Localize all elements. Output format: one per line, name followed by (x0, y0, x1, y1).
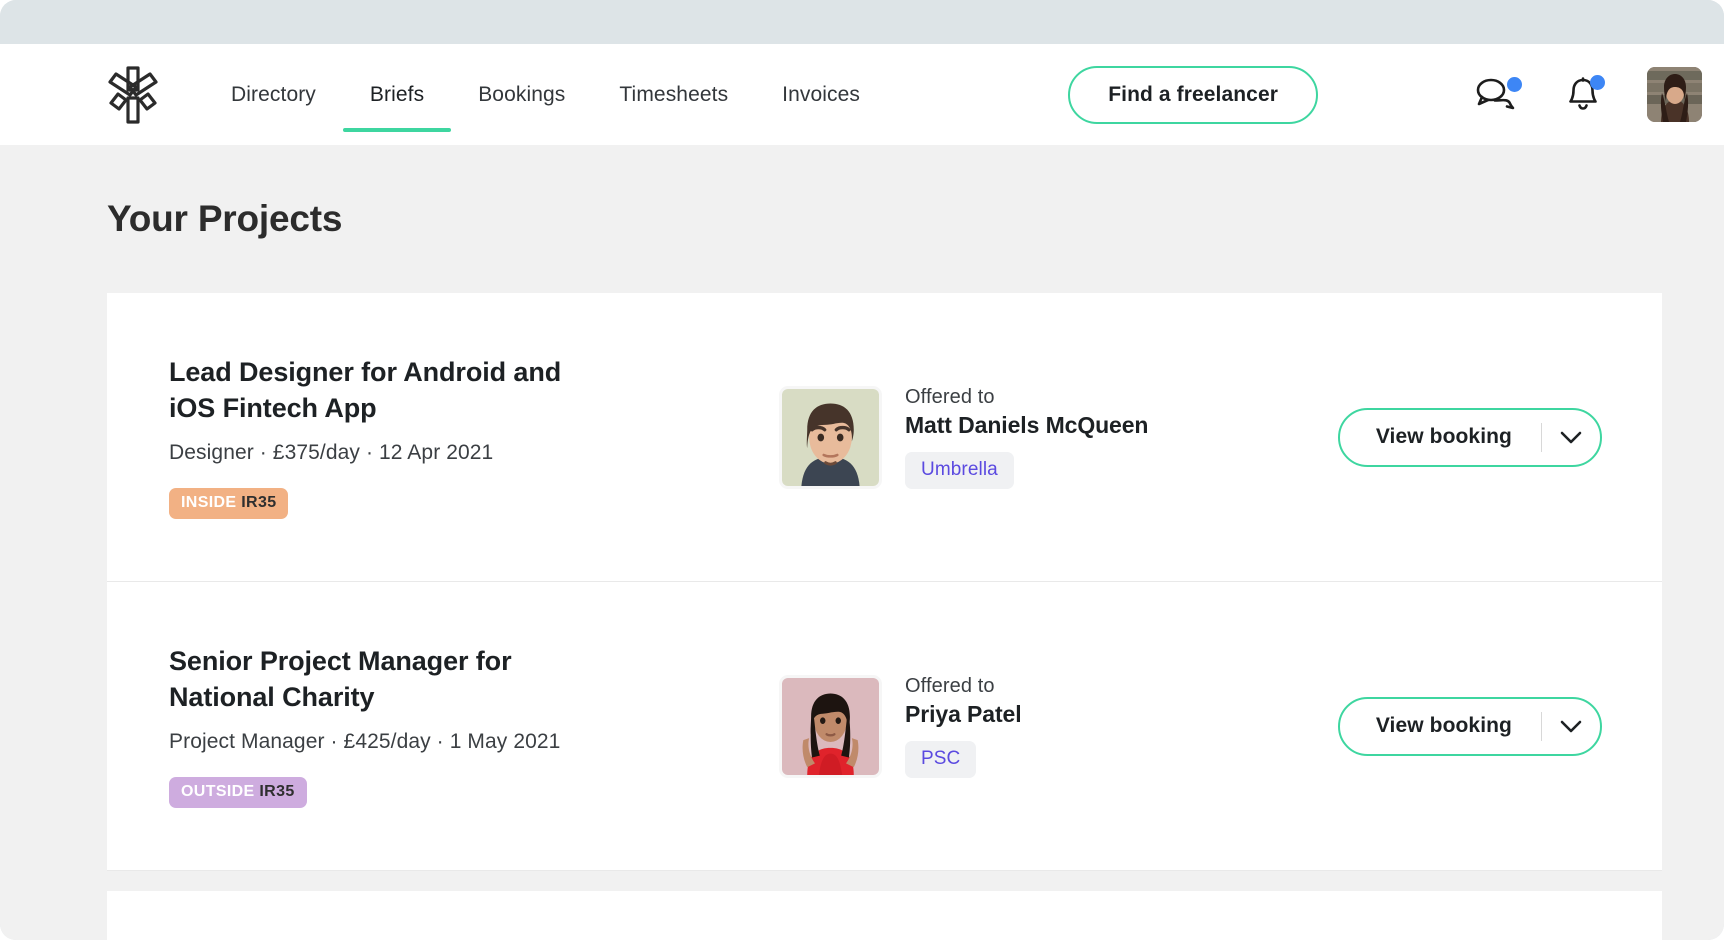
project-card[interactable]: Senior Project Manager for National Char… (107, 582, 1662, 871)
nav-item-timesheets[interactable]: Timesheets (592, 44, 755, 145)
page-body: Your Projects Lead Designer for Android … (0, 145, 1724, 940)
freelancer-avatar-image (782, 388, 879, 486)
notifications-button[interactable] (1560, 73, 1606, 117)
freelancer-name: Matt Daniels McQueen (905, 411, 1149, 438)
projects-list: Lead Designer for Android and iOS Fintec… (107, 293, 1662, 940)
engagement-type-badge: PSC (905, 740, 977, 778)
project-card[interactable]: Lead Designer for Android and iOS Fintec… (107, 293, 1662, 582)
freelancer-photo (779, 674, 882, 778)
notifications-unread-dot (1590, 74, 1605, 90)
primary-nav: Directory Briefs Bookings Timesheets Inv… (204, 44, 887, 145)
nav-item-invoices[interactable]: Invoices (755, 44, 887, 145)
engagement-type-badge: Umbrella (905, 451, 1014, 489)
nav-item-briefs[interactable]: Briefs (342, 44, 452, 145)
ir35-side-label: INSIDE (181, 494, 237, 512)
offered-to-details: Offered to Priya Patel PSC (905, 675, 1022, 778)
nav-item-directory[interactable]: Directory (204, 44, 343, 145)
offered-to-details: Offered to Matt Daniels McQueen Umbrella (905, 386, 1148, 489)
view-booking-split-button: View booking (1337, 407, 1602, 467)
page-title: Your Projects (107, 198, 343, 239)
browser-chrome-bar (0, 0, 1724, 44)
project-meta: Designer · £375/day · 12 Apr 2021 (169, 441, 494, 465)
view-booking-split-button: View booking (1337, 696, 1602, 756)
nav-label: Invoices (782, 82, 861, 106)
header-icon-group (1473, 67, 1702, 122)
nav-label: Briefs (369, 82, 425, 106)
freelancer-name: Priya Patel (905, 700, 1022, 727)
chevron-down-icon (1560, 431, 1582, 443)
asterisk-logo[interactable] (106, 65, 160, 125)
project-actions: View booking (1337, 696, 1602, 756)
messages-unread-dot (1507, 76, 1522, 92)
project-title: Lead Designer for Android and iOS Fintec… (169, 356, 562, 423)
project-summary: Lead Designer for Android and iOS Fintec… (169, 355, 779, 520)
project-card-partial[interactable] (107, 891, 1662, 940)
messages-button[interactable] (1473, 73, 1522, 117)
view-booking-button[interactable]: View booking (1340, 410, 1541, 465)
chevron-down-icon (1560, 720, 1582, 732)
user-avatar[interactable] (1647, 67, 1702, 122)
view-booking-dropdown-toggle[interactable] (1542, 410, 1600, 465)
view-booking-dropdown-toggle[interactable] (1542, 699, 1600, 754)
project-meta: Project Manager · £425/day · 1 May 2021 (169, 730, 561, 754)
project-actions: View booking (1337, 407, 1602, 467)
find-a-freelancer-button[interactable]: Find a freelancer (1068, 65, 1318, 124)
site-header: Directory Briefs Bookings Timesheets Inv… (0, 44, 1724, 145)
project-summary: Senior Project Manager for National Char… (169, 644, 779, 809)
offered-to-label: Offered to (905, 385, 995, 408)
ir35-status-badge: INSIDE IR35 (169, 488, 289, 520)
offered-to-label: Offered to (905, 674, 995, 697)
ir35-code-label: IR35 (241, 494, 277, 512)
nav-label: Directory (231, 82, 316, 106)
nav-label: Bookings (478, 82, 566, 106)
ir35-status-badge: OUTSIDE IR35 (169, 777, 307, 809)
ir35-side-label: OUTSIDE (181, 783, 255, 801)
offered-to-block: Offered to Matt Daniels McQueen Umbrella (779, 385, 1338, 489)
offered-to-block: Offered to Priya Patel PSC (779, 674, 1338, 778)
ir35-code-label: IR35 (259, 783, 295, 801)
freelancer-avatar-image (782, 677, 879, 775)
freelancer-photo (779, 385, 882, 489)
nav-item-bookings[interactable]: Bookings (451, 44, 592, 145)
project-title: Senior Project Manager for National Char… (169, 645, 512, 712)
app-window: Directory Briefs Bookings Timesheets Inv… (0, 0, 1724, 940)
nav-label: Timesheets (619, 82, 729, 106)
view-booking-button[interactable]: View booking (1340, 699, 1541, 754)
avatar-image (1647, 67, 1702, 122)
